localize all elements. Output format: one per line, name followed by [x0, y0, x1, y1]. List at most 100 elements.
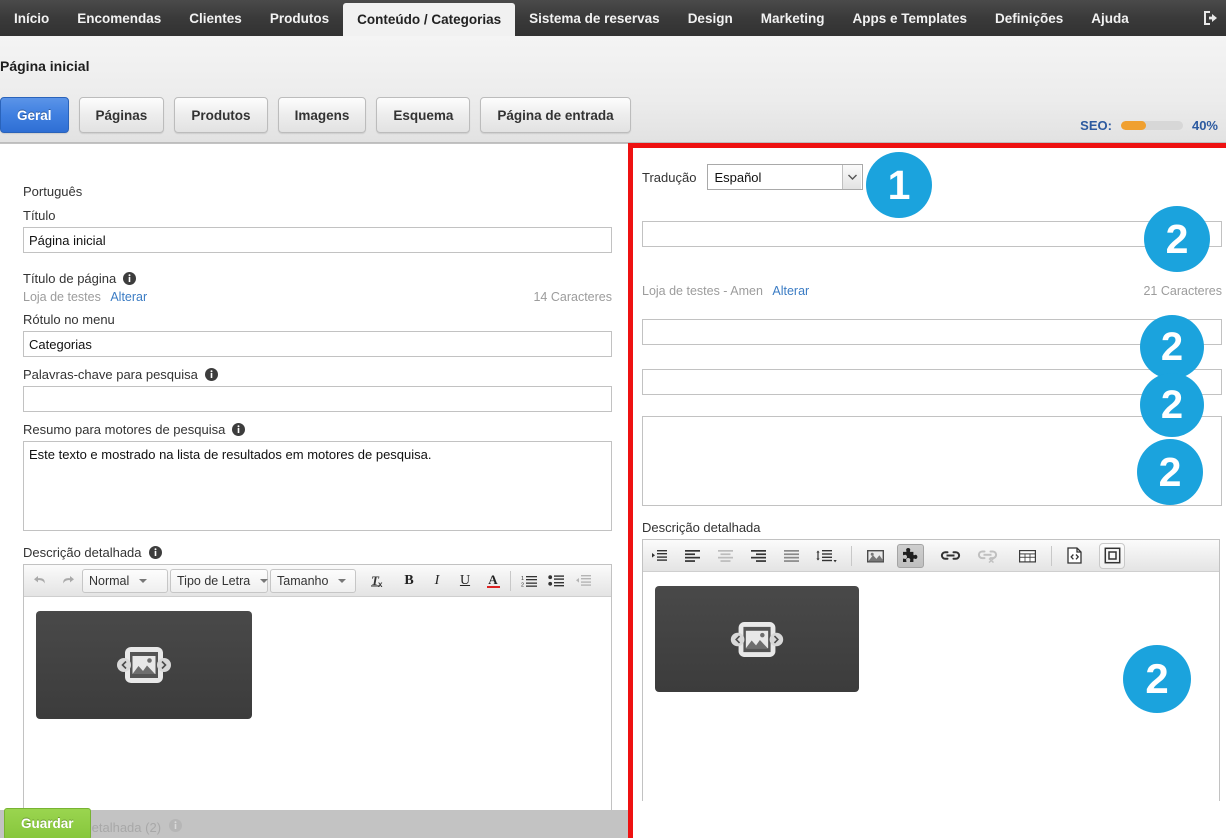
image-slider-placeholder-icon[interactable]	[655, 586, 859, 692]
nav-item-label: Início	[14, 10, 50, 26]
save-button[interactable]: Guardar	[4, 808, 91, 838]
font-size-select[interactable]: Tamanho	[270, 568, 356, 593]
page-title-preview: Loja de testes Alterar	[23, 290, 147, 304]
table-icon[interactable]	[1014, 544, 1041, 568]
bullet-list-icon[interactable]	[544, 569, 569, 593]
nav-item-encomendas[interactable]: Encomendas	[63, 0, 175, 36]
redo-arrow-icon[interactable]	[55, 569, 80, 593]
puzzle-piece-icon[interactable]	[897, 543, 924, 568]
editor-canvas-left[interactable]	[24, 597, 611, 810]
info-icon[interactable]	[123, 272, 137, 285]
nav-item-inicio[interactable]: Início	[0, 0, 63, 36]
font-family-select[interactable]: Tipo de Letra	[170, 568, 269, 593]
nav-item-apps-e-templates[interactable]: Apps e Templates	[838, 0, 981, 36]
translation-selector-row: Tradução Español	[642, 164, 1222, 190]
tab-esquema[interactable]: Esquema	[376, 97, 471, 133]
outdent-icon[interactable]	[571, 569, 596, 593]
translated-description-field-label: Descrição detalhada	[642, 520, 1222, 535]
font-family-select-value: Tipo de Letra	[177, 573, 251, 588]
toolbar-separator	[1051, 545, 1052, 566]
exit-arrow-icon[interactable]	[1200, 0, 1226, 36]
nav-item-label: Definições	[995, 10, 1064, 26]
align-justify-icon[interactable]	[779, 544, 804, 568]
title-input[interactable]	[23, 227, 612, 253]
tab-paginas[interactable]: Páginas	[78, 97, 165, 133]
page-title-label-text: Título de página	[23, 271, 117, 286]
info-icon[interactable]	[204, 368, 218, 381]
tab-label: Esquema	[393, 107, 454, 123]
step-badge-2: 2	[1144, 206, 1210, 272]
line-height-icon[interactable]	[812, 544, 841, 568]
tab-pagina-de-entrada[interactable]: Página de entrada	[480, 97, 631, 133]
translated-title-input[interactable]	[642, 221, 1222, 247]
nav-item-label: Produtos	[269, 10, 330, 26]
format-select[interactable]: Normal	[82, 568, 168, 593]
undo-arrow-icon[interactable]	[28, 569, 53, 593]
keywords-field-label: Palavras-chave para pesquisa	[23, 367, 612, 382]
bold-label: B	[404, 572, 414, 588]
tab-label: Páginas	[95, 107, 148, 123]
nav-item-label: Apps e Templates	[852, 10, 968, 26]
summary-field-label: Resumo para motores de pesquisa	[23, 422, 612, 437]
italic-button[interactable]: I	[426, 569, 448, 593]
container-box-icon[interactable]	[1099, 542, 1125, 569]
translated-page-title-change-link[interactable]: Alterar	[772, 284, 809, 298]
nav-item-label: Ajuda	[1091, 10, 1129, 26]
align-center-icon[interactable]	[713, 544, 738, 568]
translated-summary-textarea[interactable]	[642, 416, 1222, 506]
nav-item-sistema-de-reservas[interactable]: Sistema de reservas	[515, 0, 674, 36]
info-icon[interactable]	[232, 423, 246, 436]
nav-item-ajuda[interactable]: Ajuda	[1077, 0, 1143, 36]
indent-icon[interactable]	[647, 544, 672, 568]
tab-imagens[interactable]: Imagens	[277, 97, 367, 133]
image-icon[interactable]	[862, 544, 889, 568]
keywords-input[interactable]	[23, 386, 612, 412]
chevron-down-icon	[338, 578, 347, 583]
nav-item-produtos[interactable]: Produtos	[256, 0, 343, 36]
summary-textarea[interactable]: Este texto e mostrado na lista de result…	[23, 441, 612, 531]
font-size-select-value: Tamanho	[277, 573, 329, 588]
clear-formatting-icon[interactable]: Tx	[366, 569, 392, 593]
image-slider-placeholder-icon[interactable]	[36, 611, 252, 719]
translated-keywords-input[interactable]	[642, 369, 1222, 395]
translation-language-select[interactable]: Español	[707, 164, 864, 190]
nav-item-conteudo-categorias[interactable]: Conteúdo / Categorias	[343, 3, 516, 36]
source-code-icon[interactable]	[1062, 544, 1087, 568]
ordered-list-icon[interactable]: 12	[517, 569, 542, 593]
tab-label: Geral	[17, 107, 52, 123]
text-color-button[interactable]: A	[482, 569, 504, 593]
step-badge-1: 1	[866, 152, 932, 218]
translated-page-title-preview-text: Loja de testes - Amen	[642, 284, 763, 298]
application-root: Início Encomendas Clientes Produtos Cont…	[0, 0, 1226, 838]
tab-label: Produtos	[191, 107, 251, 123]
nav-item-design[interactable]: Design	[674, 0, 747, 36]
tab-geral[interactable]: Geral	[0, 97, 69, 133]
info-icon[interactable]	[148, 546, 162, 559]
nav-item-definicoes[interactable]: Definições	[981, 0, 1077, 36]
align-left-icon[interactable]	[680, 544, 705, 568]
seo-meter: SEO: 40%	[1080, 118, 1218, 133]
tab-label: Página de entrada	[497, 107, 614, 123]
nav-item-marketing[interactable]: Marketing	[747, 0, 839, 36]
menu-label-input[interactable]	[23, 331, 612, 357]
link-icon[interactable]	[936, 544, 965, 568]
unlink-icon[interactable]	[973, 544, 1002, 568]
format-select-value: Normal	[89, 573, 130, 588]
top-navigation-bar: Início Encomendas Clientes Produtos Cont…	[0, 0, 1226, 36]
chevron-down-icon	[139, 578, 148, 583]
translation-label: Tradução	[642, 169, 697, 185]
underline-button[interactable]: U	[454, 569, 476, 593]
tab-produtos[interactable]: Produtos	[174, 97, 268, 133]
align-right-icon[interactable]	[746, 544, 771, 568]
translated-menu-label-input[interactable]	[642, 319, 1222, 345]
title-label-text: Título	[23, 208, 56, 223]
nav-item-clientes[interactable]: Clientes	[175, 0, 256, 36]
nav-item-label: Encomendas	[77, 10, 162, 26]
italic-label: I	[434, 572, 440, 588]
page-title-change-link[interactable]: Alterar	[110, 290, 147, 304]
bold-button[interactable]: B	[398, 569, 420, 593]
page-title-char-counter: 14 Caracteres	[533, 290, 612, 304]
